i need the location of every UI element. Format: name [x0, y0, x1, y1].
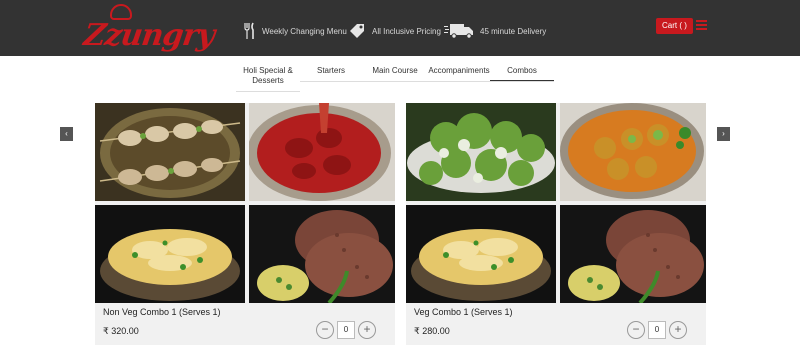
veg-biryani-image: [406, 205, 556, 303]
tab-label: Holi Special & Desserts: [243, 66, 293, 85]
product-price: ₹ 320.00: [103, 326, 139, 336]
feature-weekly-menu: Weekly Changing Menu: [244, 20, 347, 42]
chicken-curry-image: [249, 103, 395, 201]
chicken-tikka-skewers-image: [95, 103, 245, 201]
veg-biryani-image: [95, 205, 245, 303]
product-card[interactable]: Veg Combo 1 (Serves 1) ₹ 280.00 − 0 +: [406, 103, 706, 345]
chevron-right-icon: ›: [722, 129, 725, 138]
tab-label: Starters: [316, 66, 345, 75]
quantity-stepper: − 0 +: [316, 321, 376, 339]
delivery-truck-icon: [444, 24, 473, 39]
feature-pricing: All Inclusive Pricing: [348, 20, 441, 42]
tab-starters[interactable]: Starters: [300, 62, 362, 92]
product-card[interactable]: Non Veg Combo 1 (Serves 1) ₹ 320.00 − 0 …: [95, 103, 395, 345]
tab-label: Combos: [507, 66, 537, 75]
hamburger-icon[interactable]: [696, 20, 707, 30]
feature-label: 45 minute Delivery: [480, 26, 547, 36]
decrease-quantity-button[interactable]: −: [627, 321, 645, 339]
kofta-curry-image: [560, 103, 706, 201]
cart-button[interactable]: Cart ( ): [656, 18, 693, 34]
category-tabs: Holi Special & Desserts Starters Main Co…: [236, 62, 556, 92]
tab-holi-special-desserts[interactable]: Holi Special & Desserts: [236, 62, 300, 92]
chevron-left-icon: ‹: [65, 129, 68, 138]
tab-accompaniments[interactable]: Accompaniments: [428, 62, 490, 92]
ragi-roti-image: [249, 205, 395, 303]
tab-label: Main Course: [372, 66, 418, 75]
product-name: Non Veg Combo 1 (Serves 1): [103, 307, 221, 317]
quantity-input[interactable]: 0: [337, 321, 355, 339]
quantity-stepper: − 0 +: [627, 321, 687, 339]
increase-quantity-button[interactable]: +: [669, 321, 687, 339]
zzungry-logo[interactable]: Zzungry: [82, 4, 216, 54]
logo-text: Zzungry: [81, 18, 217, 53]
carousel-prev-button[interactable]: ‹: [60, 127, 73, 141]
tab-label: Accompaniments: [428, 66, 490, 75]
tab-main-course[interactable]: Main Course: [362, 62, 428, 92]
ragi-roti-image: [560, 205, 706, 303]
feature-label: All Inclusive Pricing: [372, 26, 441, 36]
fork-knife-icon: [244, 22, 254, 39]
carousel-next-button[interactable]: ›: [717, 127, 730, 141]
product-price: ₹ 280.00: [414, 326, 450, 336]
feature-delivery: 45 minute Delivery: [444, 20, 546, 42]
tab-combos[interactable]: Combos: [490, 62, 554, 92]
increase-quantity-button[interactable]: +: [358, 321, 376, 339]
price-tag-icon: [350, 24, 364, 38]
decrease-quantity-button[interactable]: −: [316, 321, 334, 339]
quantity-input[interactable]: 0: [648, 321, 666, 339]
feature-label: Weekly Changing Menu: [262, 26, 347, 36]
product-name: Veg Combo 1 (Serves 1): [414, 307, 513, 317]
broccoli-image: [406, 103, 556, 201]
header-bar: Zzungry Weekly Changing Menu All Inclusi…: [0, 0, 800, 56]
